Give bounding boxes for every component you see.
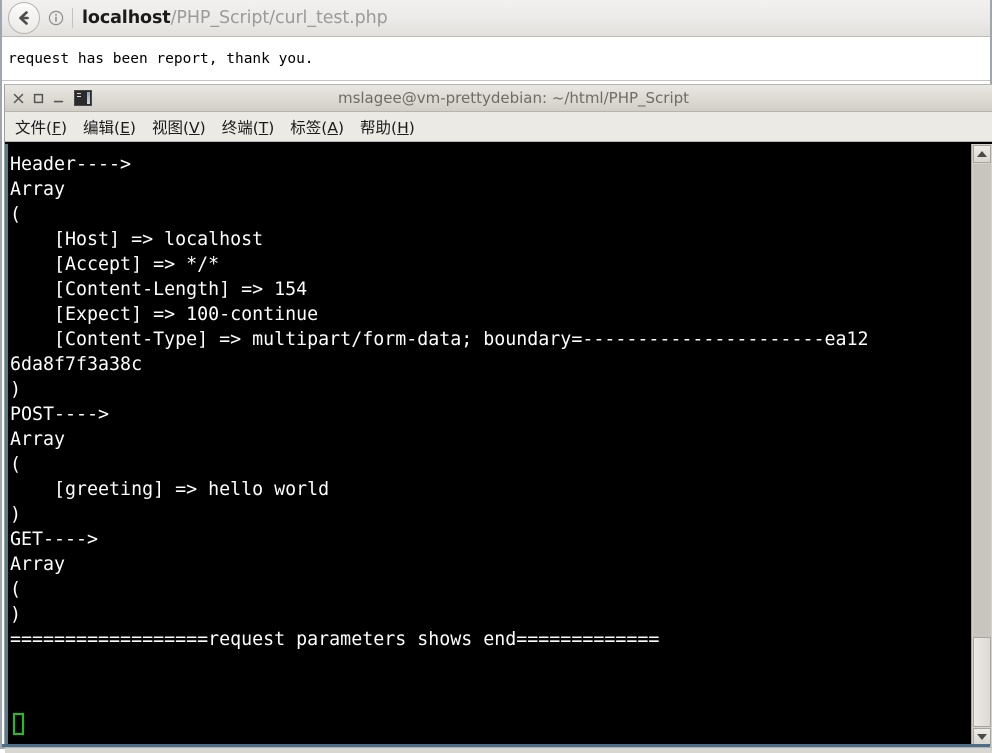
terminal-body: Header----> Array ( [Host] => localhost … [5,142,992,747]
terminal-title: mslagee@vm-prettydebian: ~/html/PHP_Scri… [337,89,690,107]
menu-file[interactable]: 文件(F) [15,116,67,138]
url-path: /PHP_Script/curl_test.php [170,8,388,28]
menu-tabs-accel: A [327,118,338,137]
menu-file-text: 文件( [15,118,53,137]
close-icon [13,93,24,103]
window-bottom-strip [2,744,990,747]
chevron-down-icon [977,734,987,740]
browser-toolbar: localhost/PHP_Script/curl_test.php [2,0,990,37]
scrollbar-track[interactable] [973,164,991,727]
browser-window: localhost/PHP_Script/curl_test.php reque… [0,0,992,753]
menu-help[interactable]: 帮助(H) [360,116,415,138]
menu-edit[interactable]: 编辑(E) [83,116,136,138]
menu-edit-close: ) [129,118,136,137]
page-viewport: request has been report, thank you. [2,38,990,81]
terminal-scrollbar[interactable] [971,144,992,747]
url-separator [72,8,73,28]
chevron-up-icon [977,151,987,157]
menu-view-text: 视图( [151,118,190,137]
menu-help-close: ) [408,118,415,137]
menu-file-close: ) [60,118,68,137]
minimize-icon [53,100,64,102]
menu-view-accel: V [189,118,200,137]
menu-tabs[interactable]: 标签(A) [290,116,344,138]
block-cursor [13,713,24,735]
url-text[interactable]: localhost/PHP_Script/curl_test.php [82,8,388,28]
terminal-window: mslagee@vm-prettydebian: ~/html/PHP_Scri… [4,84,992,753]
menu-view[interactable]: 视图(V) [152,116,206,138]
minimize-button[interactable] [52,92,65,105]
maximize-button[interactable] [32,92,45,105]
menu-tabs-close: ) [337,118,345,137]
menu-help-text: 帮助( [360,118,398,137]
menu-terminal-close: ) [268,118,275,137]
menu-terminal-text: 终端( [221,118,259,137]
terminal-icon[interactable] [74,90,92,106]
terminal-titlebar[interactable]: mslagee@vm-prettydebian: ~/html/PHP_Scri… [5,85,992,112]
menu-help-accel: H [397,118,409,137]
menu-terminal-accel: T [258,118,269,137]
menu-edit-text: 编辑( [83,118,121,137]
terminal-menubar: 文件(F) 编辑(E) 视图(V) 终端(T) 标签(A) 帮助(H) [5,112,992,142]
terminal-screen[interactable]: Header----> Array ( [Host] => localhost … [5,144,971,747]
page-body-text: request has been report, thank you. [8,51,314,67]
back-button[interactable] [8,2,40,34]
info-circle-icon[interactable] [47,10,64,27]
menu-file-accel: F [52,118,61,137]
url-bar[interactable]: localhost/PHP_Script/curl_test.php [40,0,990,37]
close-button[interactable] [12,92,25,105]
scrollbar-thumb[interactable] [973,637,991,727]
terminal-output: Header----> Array ( [Host] => localhost … [10,154,869,650]
terminal-statusbar [5,747,992,753]
arrow-left-icon [19,11,29,25]
menu-tabs-text: 标签( [290,118,328,137]
menu-edit-accel: E [120,118,130,137]
window-controls [5,90,92,106]
menu-terminal[interactable]: 终端(T) [222,116,275,138]
menu-view-close: ) [199,118,206,137]
maximize-icon [33,93,44,103]
scroll-up-arrow[interactable] [973,145,991,163]
url-host: localhost [82,8,171,28]
